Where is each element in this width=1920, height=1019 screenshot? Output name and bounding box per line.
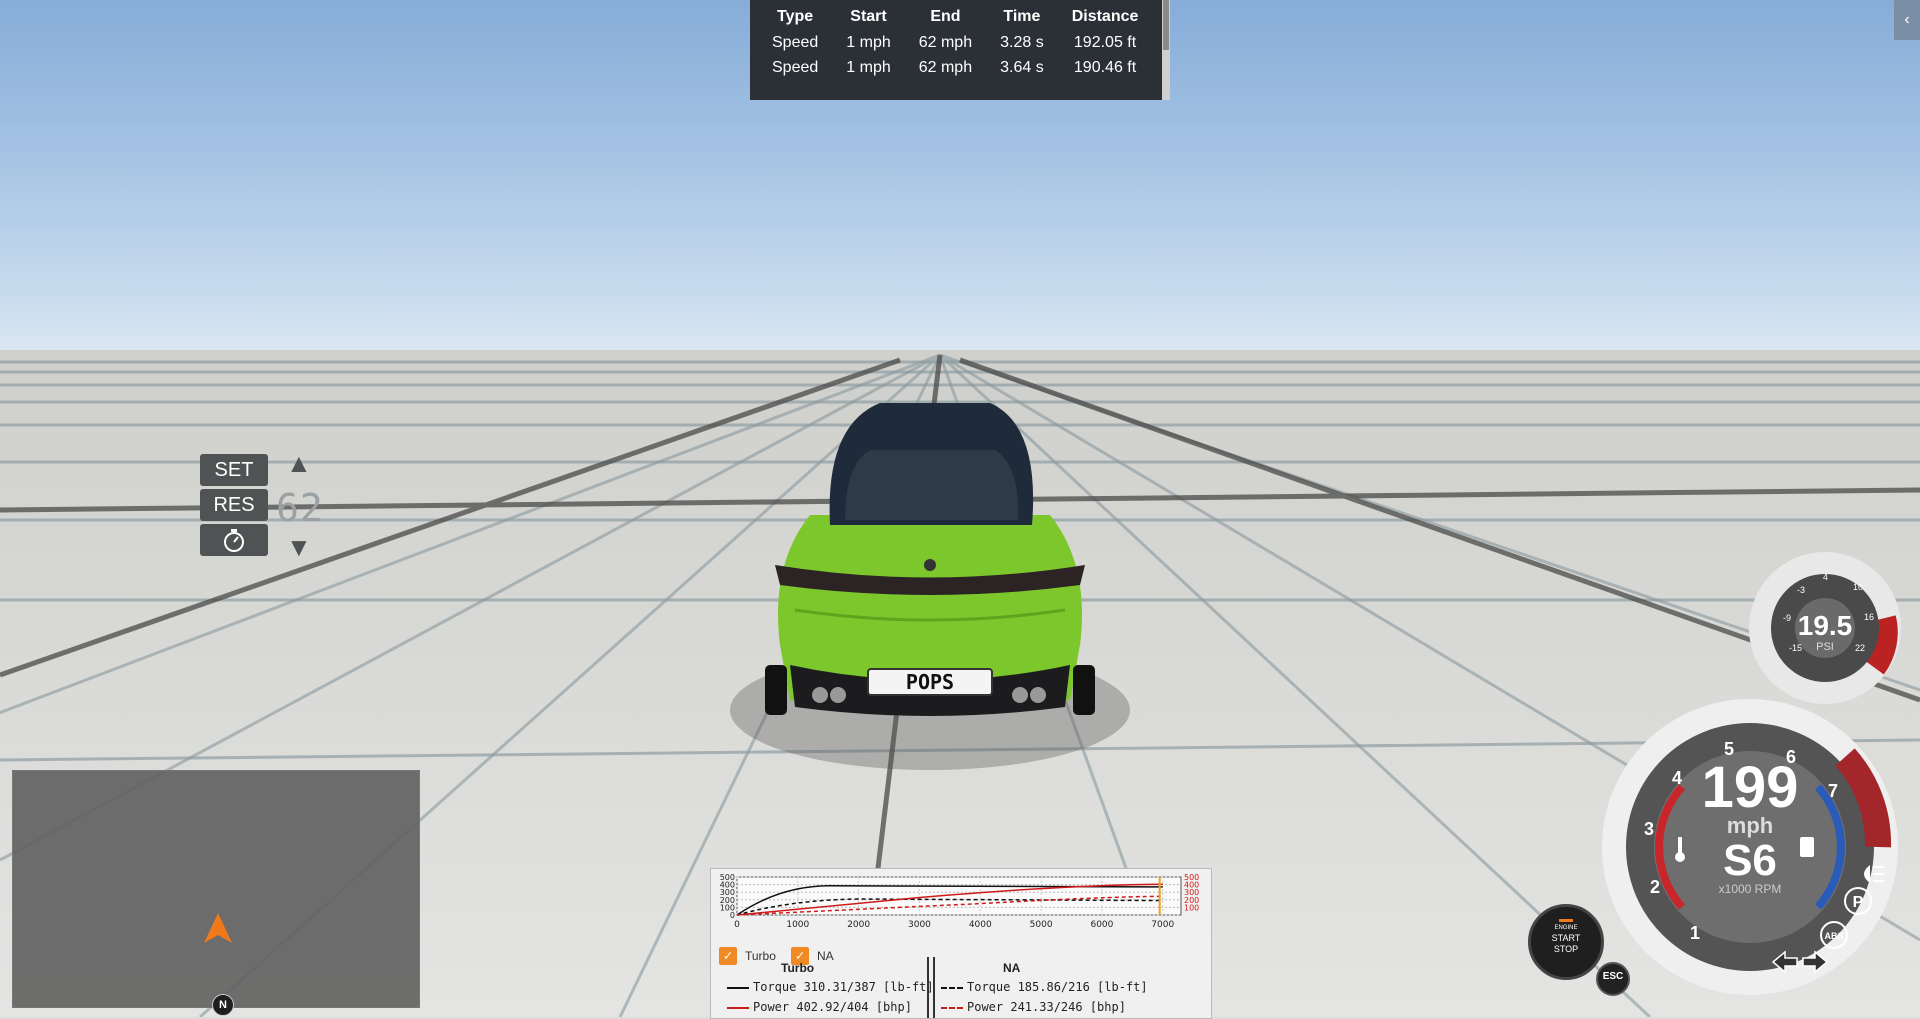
x-tick-label: 7000 — [1151, 920, 1174, 930]
boost-gauge: 19.5 PSI -15 -9 -3 4 10 16 22 — [1749, 552, 1901, 704]
boost-tick: -3 — [1797, 585, 1805, 595]
header-end: End — [930, 8, 961, 25]
boost-tick: 16 — [1864, 612, 1874, 622]
header-distance: Distance — [1071, 8, 1139, 25]
headlight-icon — [1864, 865, 1884, 883]
na-torque-row: Torque 185.86/216 [lb-ft] — [941, 980, 1148, 994]
header-start: Start — [850, 8, 887, 25]
gear-indicator: S6 — [1723, 836, 1777, 885]
x-tick-label: 3000 — [908, 920, 931, 930]
engine-label-line2: START — [1551, 933, 1581, 943]
cruise-increase-button[interactable]: ▲ — [286, 448, 312, 479]
player-marker-icon — [204, 913, 232, 943]
x-tick-label: 5000 — [1030, 920, 1053, 930]
y-tick-label-right: 100 — [1184, 903, 1199, 912]
cruise-decrease-button[interactable]: ▼ — [286, 532, 312, 563]
x-tick-label: 2000 — [847, 920, 870, 930]
na-power-row: Power 241.33/246 [bhp] — [941, 1000, 1126, 1014]
boost-tick: -15 — [1789, 643, 1802, 653]
esc-indicator: ESC — [1596, 962, 1630, 996]
engine-label-line1: ENGINE — [1554, 925, 1578, 931]
turbo-checkbox-label: Turbo — [745, 949, 776, 963]
table-row: Speed 1 mph 62 mph 3.64 s 190.46 ft — [758, 55, 1152, 80]
na-title: NA — [1003, 961, 1021, 975]
stopwatch-icon — [224, 529, 244, 552]
esc-label: ESC — [1602, 971, 1624, 982]
scrollbar-thumb[interactable] — [1163, 0, 1169, 50]
torque-power-panel: 500 400 300 200 100 0 500 400 300 200 100 0 1000 2000… — [710, 868, 1212, 1019]
player-car: POPS — [730, 403, 1130, 770]
cruise-resume-button[interactable]: RES — [200, 489, 268, 521]
turbo-title: Turbo — [781, 961, 815, 975]
rpm-tick: 5 — [1724, 739, 1734, 759]
rpm-tick: 4 — [1672, 768, 1682, 788]
minimap — [12, 770, 420, 1008]
na-torque-text: Torque 185.86/216 [lb-ft] — [967, 980, 1148, 994]
engine-status-light — [1559, 919, 1573, 922]
fuel-pump-icon — [1800, 837, 1814, 857]
turbo-checkbox[interactable]: ✓ — [719, 947, 737, 965]
boost-value: 19.5 — [1798, 610, 1853, 641]
cell-start: 1 mph — [846, 58, 891, 76]
x-tick-label: 1000 — [786, 920, 809, 930]
cell-time: 3.28 s — [1000, 33, 1044, 51]
rpm-tick: 7 — [1828, 781, 1838, 801]
cell-distance: 192.05 ft — [1073, 33, 1137, 51]
rpm-label: x1000 RPM — [1719, 882, 1782, 896]
turbo-torque-row: Torque 310.31/387 [lb-ft] — [727, 980, 934, 994]
cell-distance: 190.46 ft — [1073, 58, 1137, 76]
boost-unit: PSI — [1816, 641, 1834, 653]
timing-results-panel: Type Start End Time Distance Speed 1 mph… — [750, 0, 1170, 100]
rpm-tick: 2 — [1650, 877, 1660, 897]
rpm-tick: 3 — [1644, 819, 1654, 839]
table-row: Speed 1 mph 62 mph 3.28 s 192.05 ft — [758, 30, 1152, 55]
cruise-speed-value: 62 — [276, 486, 324, 530]
turbo-power-row: Power 402.92/404 [bhp] — [727, 1000, 912, 1014]
cell-end: 62 mph — [918, 33, 973, 51]
torque-power-chart: 50040030020010005004003002001000 1000 2000… — [720, 873, 1200, 930]
engine-start-stop-button[interactable]: ENGINE START STOP — [1528, 904, 1604, 980]
turbo-torque-text: Torque 310.31/387 [lb-ft] — [753, 980, 934, 994]
abs-label: ABS — [1824, 931, 1843, 941]
cruise-mode-button[interactable] — [200, 524, 268, 556]
speed-value: 199 — [1702, 755, 1799, 820]
speedometer-gauge: 199 mph S6 x1000 RPM 1 2 3 4 5 6 7 P ABS — [1602, 699, 1898, 995]
license-plate-text: POPS — [906, 670, 954, 694]
boost-tick: 4 — [1823, 572, 1828, 582]
cell-time: 3.64 s — [1000, 58, 1044, 76]
boost-tick: 10 — [1853, 582, 1863, 592]
na-checkbox-label: NA — [817, 949, 834, 963]
engine-label-line3: STOP — [1553, 944, 1579, 954]
cruise-set-button[interactable]: SET — [200, 454, 268, 486]
speed-unit: mph — [1727, 813, 1773, 838]
boost-tick: 22 — [1855, 643, 1865, 653]
turbo-power-text: Power 402.92/404 [bhp] — [753, 1000, 912, 1014]
cell-type: Speed — [772, 58, 819, 76]
timing-table: Type Start End Time Distance Speed 1 mph… — [758, 4, 1152, 80]
header-type: Type — [777, 8, 814, 25]
na-power-text: Power 241.33/246 [bhp] — [967, 1000, 1126, 1014]
header-time: Time — [1003, 8, 1041, 25]
parking-label: P — [1853, 894, 1864, 911]
x-tick-label: 6000 — [1090, 920, 1113, 930]
cell-end: 62 mph — [918, 58, 973, 76]
cell-type: Speed — [772, 33, 819, 51]
y-tick-label-left: 0 — [730, 911, 735, 920]
collapse-tab-button[interactable]: ‹ — [1894, 0, 1920, 40]
timing-scrollbar[interactable] — [1162, 0, 1170, 100]
x-tick-label: 0 — [734, 920, 740, 930]
cell-start: 1 mph — [846, 33, 891, 51]
compass-north-icon: N — [212, 994, 234, 1016]
x-tick-label: 4000 — [969, 920, 992, 930]
boost-tick: -9 — [1783, 613, 1791, 623]
rpm-tick: 6 — [1786, 747, 1796, 767]
rpm-tick: 1 — [1690, 923, 1700, 943]
